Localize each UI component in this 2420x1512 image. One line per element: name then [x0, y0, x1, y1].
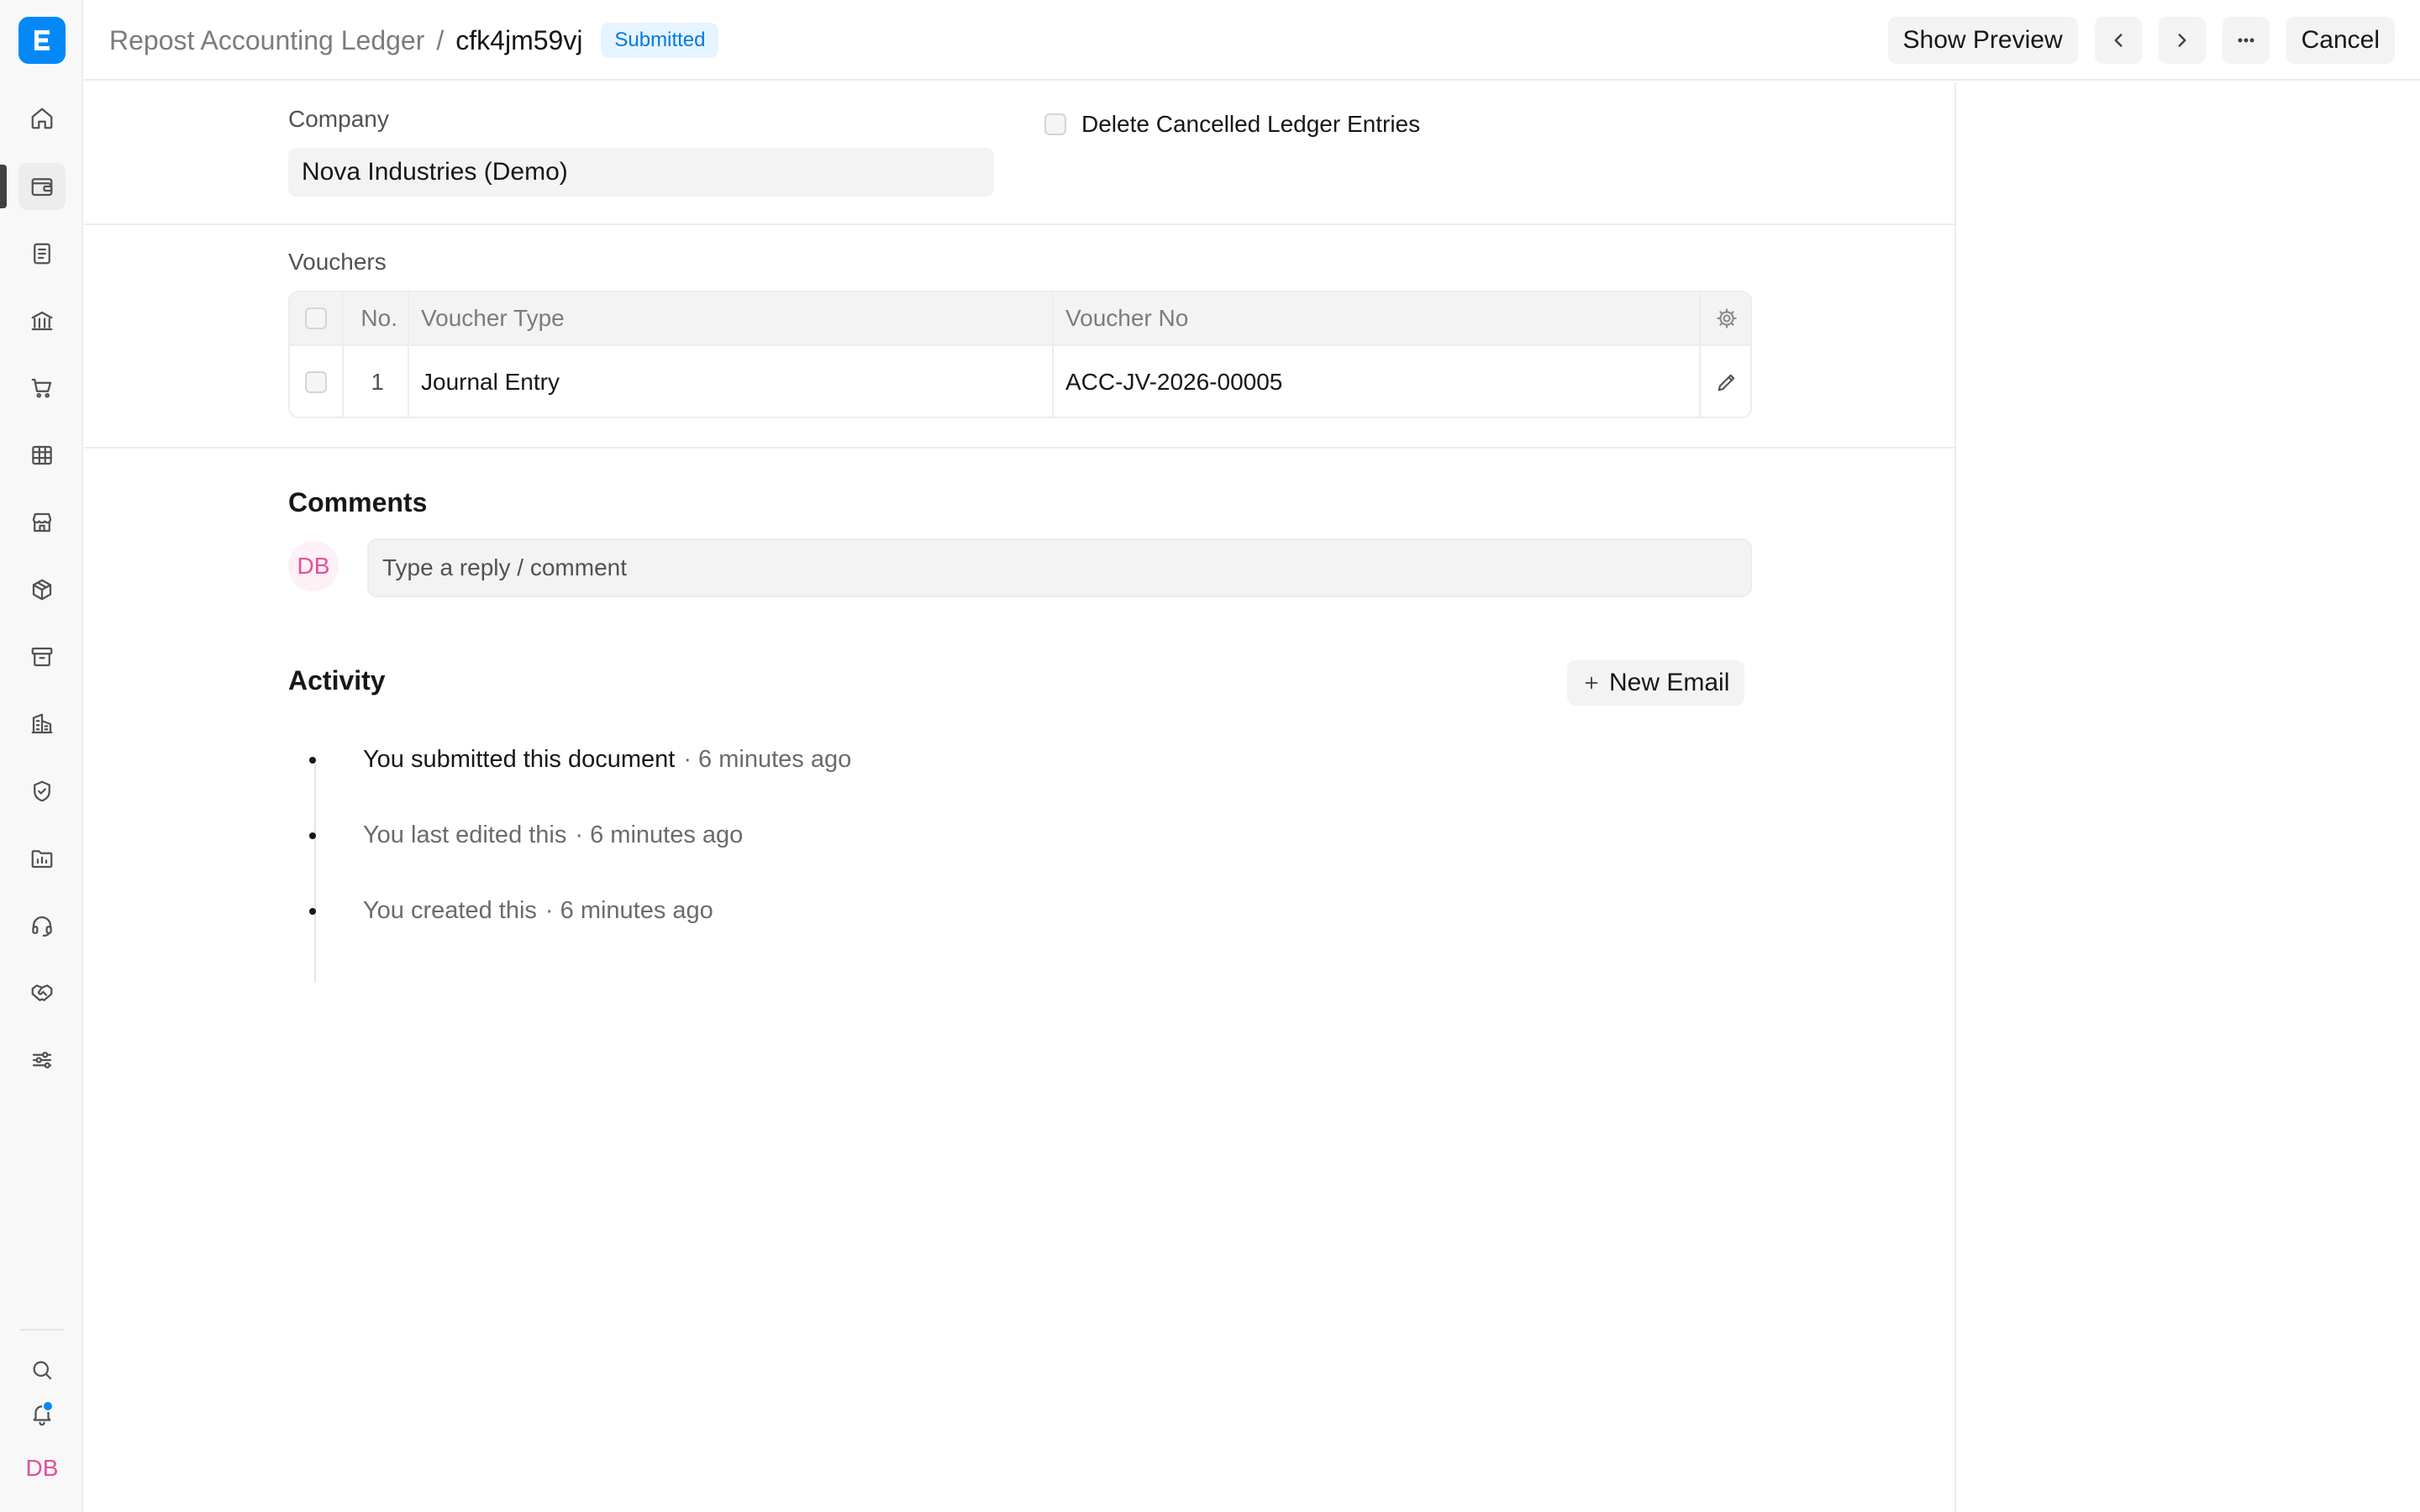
shield-icon[interactable]: [18, 768, 66, 815]
headset-icon[interactable]: [18, 902, 66, 949]
comment-input[interactable]: Type a reply / comment: [367, 538, 1752, 597]
row-checkbox[interactable]: [305, 371, 327, 393]
status-badge: Submitted: [601, 23, 719, 58]
active-indicator: [0, 165, 7, 208]
timeline-dot: [309, 907, 316, 915]
building-icon[interactable]: [18, 701, 66, 748]
bell-icon[interactable]: [18, 1390, 66, 1437]
search-icon[interactable]: [18, 1347, 66, 1394]
form-main: Company Nova Industries (Demo) Delete Ca…: [84, 82, 1956, 1512]
more-actions-button[interactable]: [2222, 17, 2270, 64]
breadcrumb-parent-link[interactable]: Repost Accounting Ledger: [109, 25, 424, 56]
home-icon[interactable]: [18, 95, 66, 142]
voucher-type-cell[interactable]: Journal Entry: [421, 346, 1043, 417]
company-field[interactable]: Nova Industries (Demo): [288, 148, 994, 197]
document-icon[interactable]: [18, 230, 66, 277]
section-divider: [84, 223, 1956, 225]
timeline-dot: [309, 756, 316, 764]
handshake-icon[interactable]: [18, 969, 66, 1016]
company-label: Company: [288, 106, 389, 132]
bank-icon[interactable]: [18, 297, 66, 344]
activity-item: You submitted this document · 6 minutes …: [309, 746, 851, 774]
cart-icon[interactable]: [18, 365, 66, 412]
activity-text: You submitted this document: [363, 746, 676, 773]
edit-row-button[interactable]: [1701, 346, 1750, 417]
column-header-voucher-type: Voucher Type: [421, 305, 565, 331]
folder-chart-icon[interactable]: [18, 835, 66, 882]
notification-dot: [42, 1400, 54, 1412]
chevron-left-icon: [2114, 34, 2123, 47]
activity-item: You last edited this · 6 minutes ago: [309, 822, 743, 849]
vouchers-table-header: No. Voucher Type Voucher No: [290, 292, 1750, 346]
timeline-dot: [309, 832, 316, 839]
delete-cancelled-entries-option: Delete Cancelled Ledger Entries: [1044, 111, 1420, 138]
package-icon[interactable]: [18, 566, 66, 613]
breadcrumb: Repost Accounting Ledger / cfk4jm59vj Su…: [109, 0, 719, 81]
sliders-icon[interactable]: [18, 1037, 66, 1084]
pencil-icon: [1718, 374, 1734, 391]
delete-cancelled-checkbox[interactable]: [1044, 113, 1066, 135]
column-header-no: No.: [360, 305, 397, 331]
activity-time: · 6 minutes ago: [544, 897, 713, 924]
gear-icon: [1716, 308, 1737, 328]
voucher-no-cell[interactable]: ACC-JV-2026-00005: [1065, 346, 1687, 417]
archive-icon[interactable]: [18, 633, 66, 680]
cancel-button[interactable]: Cancel: [2286, 17, 2395, 64]
page-header: Repost Accounting Ledger / cfk4jm59vj Su…: [84, 0, 2420, 81]
column-header-voucher-no: Voucher No: [1065, 305, 1189, 331]
column-settings-button[interactable]: [1701, 292, 1750, 344]
wallet-icon[interactable]: [18, 163, 66, 210]
sidebar-rail: DB: [0, 0, 83, 1512]
activity-time: · 6 minutes ago: [683, 746, 852, 773]
rail-divider: [20, 1329, 64, 1331]
new-email-button[interactable]: New Email: [1567, 660, 1745, 706]
logo-e-icon: [34, 30, 50, 50]
activity-title: Activity: [288, 665, 386, 696]
activity-text: You last edited this: [363, 822, 567, 848]
delete-cancelled-label: Delete Cancelled Ledger Entries: [1081, 111, 1421, 137]
select-all-cell: [290, 292, 342, 344]
breadcrumb-separator: /: [436, 24, 445, 55]
section-divider: [84, 447, 1956, 449]
vouchers-label: Vouchers: [288, 249, 387, 275]
activity-time: · 6 minutes ago: [575, 822, 744, 848]
next-document-button[interactable]: [2158, 17, 2206, 64]
page-title: cfk4jm59vj: [455, 24, 583, 55]
comment-avatar: DB: [288, 541, 339, 591]
sidebar-divider: [1954, 82, 1956, 1512]
activity-timeline-line: [314, 763, 316, 983]
table-row[interactable]: 1 Journal Entry ACC-JV-2026-00005: [290, 346, 1750, 417]
app-logo[interactable]: [18, 17, 66, 64]
store-icon[interactable]: [18, 499, 66, 546]
comments-title: Comments: [288, 487, 428, 517]
chevron-right-icon: [2178, 34, 2186, 47]
show-preview-button[interactable]: Show Preview: [1887, 17, 2078, 64]
activity-item: You created this · 6 minutes ago: [309, 897, 713, 925]
vouchers-table: No. Voucher Type Voucher No 1 Journal En…: [288, 291, 1752, 418]
new-email-label: New Email: [1609, 669, 1730, 696]
row-number: 1: [371, 369, 384, 395]
more-horizontal-icon: [2238, 38, 2254, 43]
select-all-checkbox[interactable]: [305, 307, 327, 329]
row-select-cell: [290, 346, 342, 417]
activity-text: You created this: [363, 897, 537, 924]
table-icon[interactable]: [18, 432, 66, 479]
user-avatar[interactable]: DB: [18, 1445, 66, 1492]
plus-icon: [1585, 676, 1598, 690]
previous-document-button[interactable]: [2094, 17, 2142, 64]
header-actions: Show Preview Cancel: [1887, 17, 2395, 64]
